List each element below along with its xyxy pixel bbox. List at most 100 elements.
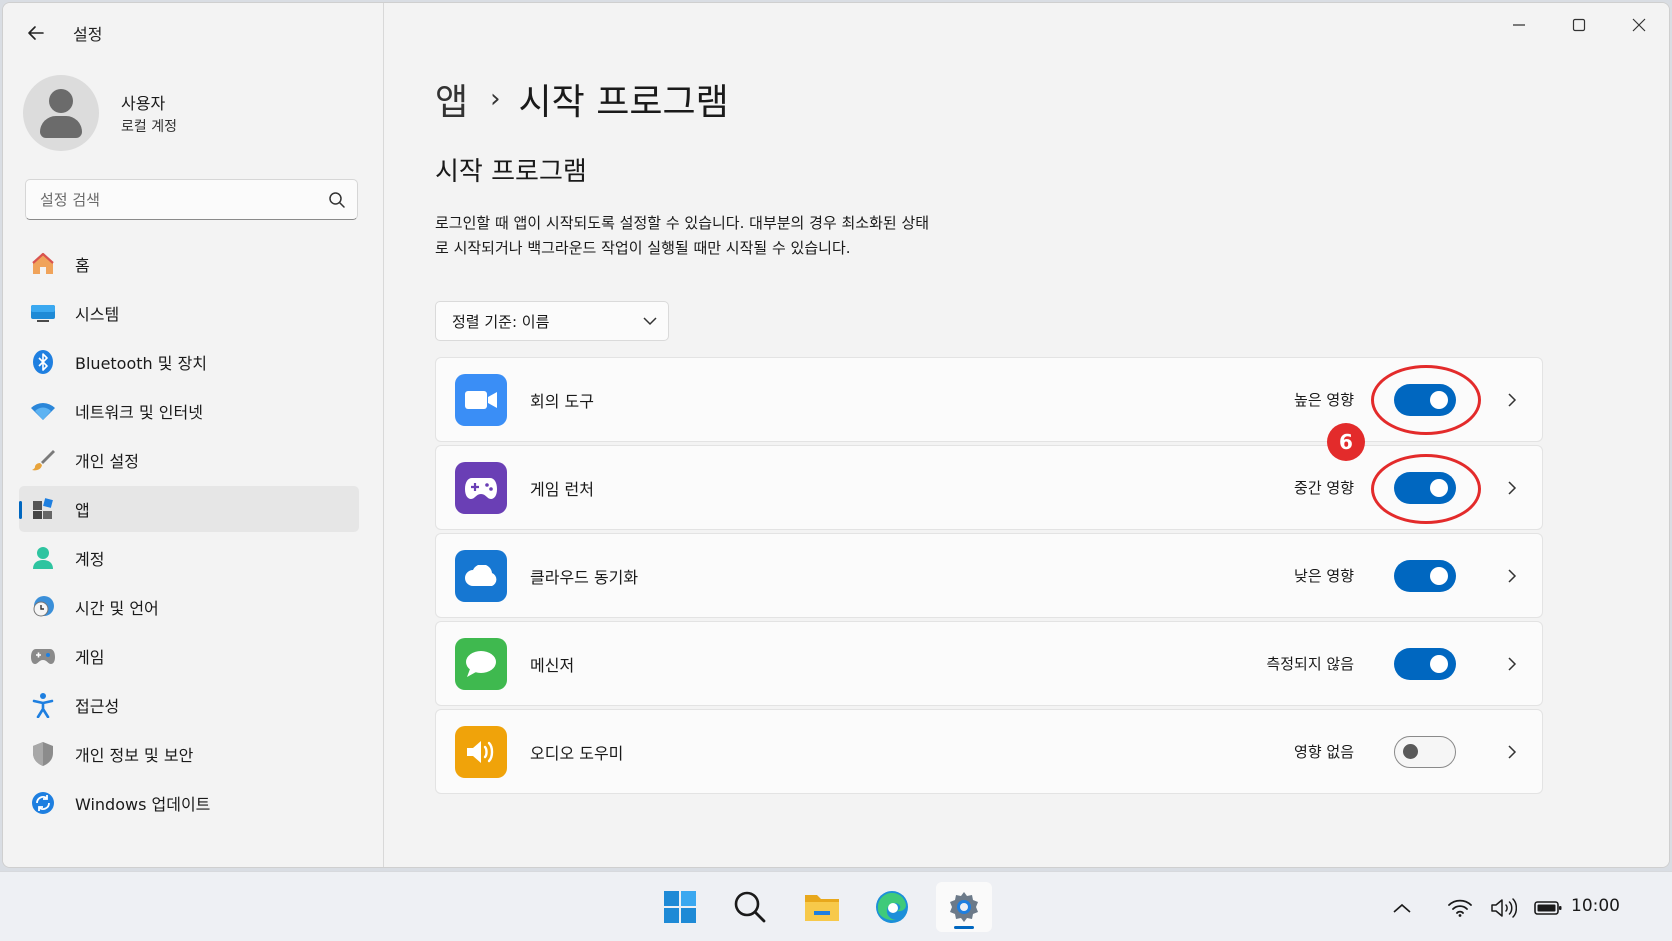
- section-title: 시작 프로그램: [435, 157, 587, 187]
- chevron-right-icon[interactable]: [1482, 392, 1542, 407]
- impact-label: 영향 없음: [1294, 743, 1354, 761]
- chevron-right-icon[interactable]: [1482, 656, 1542, 671]
- sort-label: 정렬 기준: 이름: [452, 312, 550, 331]
- sort-dropdown[interactable]: 정렬 기준: 이름: [435, 301, 669, 341]
- show-hidden-icons-button[interactable]: [1386, 892, 1418, 924]
- sidebar-item-system[interactable]: 시스템: [19, 290, 359, 336]
- battery-button[interactable]: [1532, 892, 1564, 924]
- sidebar-item-accounts[interactable]: 계정: [19, 535, 359, 581]
- sidebar-item-label: 계정: [75, 550, 105, 569]
- sidebar-item-bluetooth[interactable]: Bluetooth 및 장치: [19, 339, 359, 385]
- sidebar-item-personalization[interactable]: 개인 설정: [19, 437, 359, 483]
- app-name: 클라우드 동기화: [530, 567, 639, 587]
- sidebar-item-label: Windows 업데이트: [75, 795, 211, 814]
- edge-browser-button[interactable]: [864, 882, 920, 932]
- chevron-right-icon[interactable]: [1482, 568, 1542, 583]
- sidebar-item-label: 개인 정보 및 보안: [75, 746, 194, 765]
- startup-toggle[interactable]: [1394, 735, 1456, 768]
- startup-app-row[interactable]: 회의 도구 높은 영향: [435, 357, 1543, 442]
- sidebar-item-time-language[interactable]: 시간 및 언어: [19, 584, 359, 630]
- close-icon: [1632, 18, 1646, 32]
- app-name: 메신저: [530, 655, 575, 675]
- startup-app-list: 회의 도구 높은 영향 게임 런처 중간 영향 클라우드 동기화 낮은 영향 메…: [435, 357, 1543, 797]
- sidebar-item-windows-update[interactable]: Windows 업데이트: [19, 780, 359, 826]
- startup-app-row[interactable]: 메신저 측정되지 않음: [435, 621, 1543, 706]
- arrow-left-icon: [28, 26, 44, 40]
- app-title: 설정: [73, 25, 103, 44]
- search-input[interactable]: 설정 검색: [25, 179, 358, 220]
- breadcrumb-separator: ›: [490, 84, 501, 114]
- startup-toggle[interactable]: [1394, 647, 1456, 680]
- startup-app-row[interactable]: 오디오 도우미 영향 없음: [435, 709, 1543, 794]
- taskbar-search-button[interactable]: [722, 882, 778, 932]
- search-placeholder: 설정 검색: [40, 191, 100, 209]
- chevron-up-icon: [1393, 903, 1411, 913]
- taskbar: 10:00: [0, 871, 1672, 941]
- minimize-icon: [1513, 24, 1525, 26]
- sidebar-item-label: 시간 및 언어: [75, 599, 159, 618]
- apps-icon: [29, 495, 57, 523]
- startup-toggle[interactable]: [1394, 471, 1456, 504]
- start-button[interactable]: [652, 882, 708, 932]
- cloud-icon: [455, 549, 507, 602]
- sidebar-item-label: 앱: [75, 501, 90, 520]
- startup-toggle[interactable]: [1394, 383, 1456, 416]
- network-status-button[interactable]: [1444, 892, 1476, 924]
- app-name: 회의 도구: [530, 391, 594, 411]
- impact-label: 높은 영향: [1294, 391, 1354, 409]
- sidebar-item-label: 접근성: [75, 697, 120, 716]
- volume-button[interactable]: [1488, 892, 1520, 924]
- sidebar-item-home[interactable]: 홈: [19, 241, 359, 287]
- sidebar-item-label: Bluetooth 및 장치: [75, 354, 208, 373]
- search-icon: [734, 891, 766, 923]
- clock-globe-icon: [29, 593, 57, 621]
- chevron-right-icon[interactable]: [1482, 480, 1542, 495]
- sidebar-item-gaming[interactable]: 게임: [19, 633, 359, 679]
- startup-app-row[interactable]: 게임 런처 중간 영향: [435, 445, 1543, 530]
- gamepad-icon: [29, 642, 57, 670]
- sidebar-item-label: 시스템: [75, 305, 120, 324]
- shield-icon: [29, 740, 57, 768]
- accessibility-icon: [29, 691, 57, 719]
- sidebar-item-apps[interactable]: 앱: [19, 486, 359, 532]
- sidebar-item-network[interactable]: 네트워크 및 인터넷: [19, 388, 359, 434]
- start-icon: [664, 891, 696, 923]
- sidebar-item-label: 게임: [75, 648, 105, 667]
- app-name: 게임 런처: [530, 479, 594, 499]
- sidebar-item-label: 네트워크 및 인터넷: [75, 403, 203, 422]
- account-type: 로컬 계정: [121, 119, 177, 135]
- back-button[interactable]: [19, 16, 53, 50]
- user-profile[interactable]: 사용자 로컬 계정: [23, 75, 177, 151]
- chevron-right-icon[interactable]: [1482, 744, 1542, 759]
- sidebar-item-label: 개인 설정: [75, 452, 139, 471]
- startup-app-row[interactable]: 클라우드 동기화 낮은 영향: [435, 533, 1543, 618]
- file-explorer-button[interactable]: [794, 882, 850, 932]
- battery-icon: [1534, 901, 1562, 915]
- speaker-icon: [1491, 898, 1517, 918]
- startup-toggle[interactable]: [1394, 559, 1456, 592]
- page-title: 시작 프로그램: [518, 82, 729, 123]
- impact-label: 측정되지 않음: [1266, 655, 1354, 673]
- home-icon: [29, 250, 57, 278]
- system-icon: [29, 299, 57, 327]
- file-explorer-icon: [805, 895, 839, 921]
- app-name: 오디오 도우미: [530, 743, 624, 763]
- taskbar-clock[interactable]: 10:00: [1571, 896, 1620, 916]
- section-description: 로그인할 때 앱이 시작되도록 설정할 수 있습니다. 대부분의 경우 최소화된…: [435, 214, 930, 257]
- sidebar-item-privacy[interactable]: 개인 정보 및 보안: [19, 731, 359, 777]
- impact-label: 낮은 영향: [1294, 567, 1354, 585]
- sidebar-item-accessibility[interactable]: 접근성: [19, 682, 359, 728]
- breadcrumb-parent-link[interactable]: 앱: [435, 73, 468, 125]
- settings-app-button[interactable]: [936, 882, 992, 932]
- maximize-icon: [1572, 18, 1586, 32]
- maximize-button[interactable]: [1549, 3, 1609, 47]
- close-button[interactable]: [1609, 3, 1669, 47]
- sidebar: 설정 사용자 로컬 계정 설정 검색 홈 시스템 Bluetooth 및 장치 …: [3, 3, 384, 867]
- avatar: [23, 75, 99, 151]
- minimize-button[interactable]: [1489, 3, 1549, 47]
- bluetooth-icon: [29, 348, 57, 376]
- chevron-down-icon: [632, 316, 668, 326]
- settings-window: 설정 사용자 로컬 계정 설정 검색 홈 시스템 Bluetooth 및 장치 …: [2, 2, 1670, 868]
- user-name: 사용자: [121, 94, 166, 113]
- video-camera-icon: [455, 373, 507, 426]
